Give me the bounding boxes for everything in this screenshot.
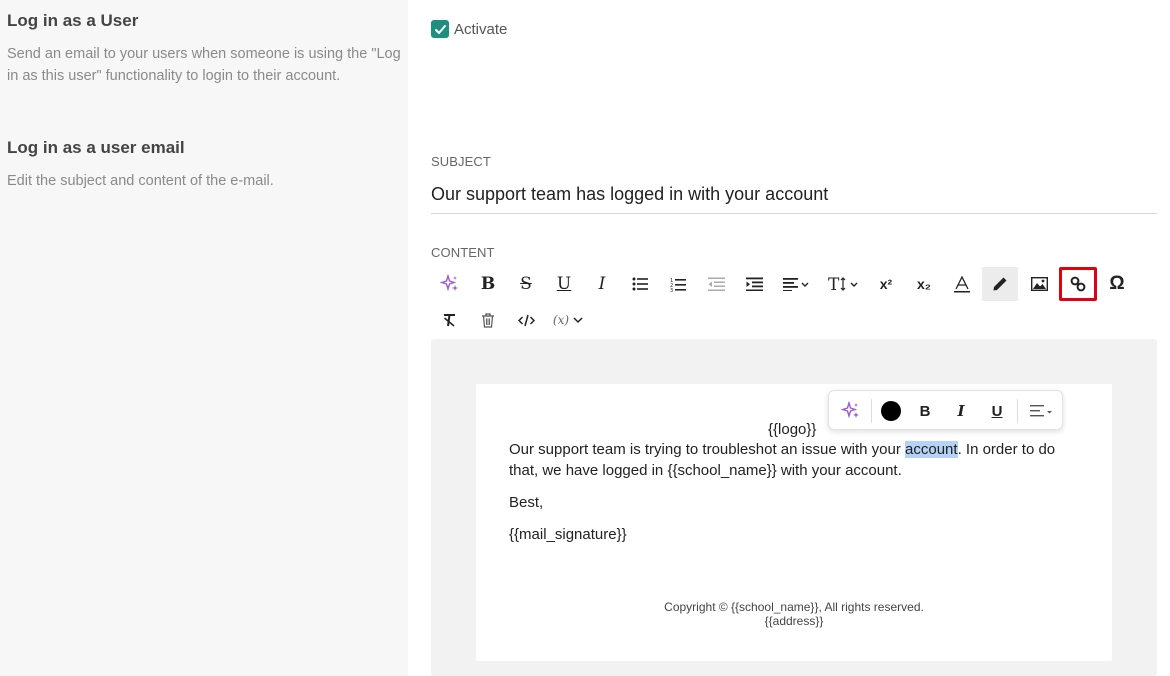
strikethrough-button[interactable]: S	[508, 267, 544, 301]
subscript-icon: x₂	[916, 276, 931, 292]
indent-icon	[745, 277, 763, 291]
image-icon	[1030, 277, 1048, 291]
omega-icon: Ω	[1109, 273, 1125, 294]
subscript-button[interactable]: x₂	[906, 267, 942, 301]
superscript-button[interactable]: x²	[868, 267, 904, 301]
section-title-login-as-user: Log in as a User	[7, 11, 139, 30]
svg-text:T: T	[828, 276, 840, 292]
outdent-button[interactable]	[698, 267, 734, 301]
bold-icon: B	[480, 274, 496, 294]
email-closing[interactable]: Best,	[509, 492, 543, 513]
numbered-list-button[interactable]: 1 2 3	[660, 267, 696, 301]
code-icon	[517, 314, 535, 326]
special-characters-button[interactable]: Ω	[1099, 267, 1135, 301]
highlight-pen-button[interactable]	[982, 267, 1018, 301]
italic-icon: I	[957, 402, 965, 420]
underline-icon: U	[556, 274, 572, 294]
bulleted-list-button[interactable]	[622, 267, 658, 301]
variable-icon: (x)	[552, 313, 570, 327]
signature-placeholder[interactable]: {{mail_signature}}	[509, 524, 627, 545]
subject-label: SUBJECT	[431, 154, 491, 169]
insert-image-button[interactable]	[1021, 267, 1057, 301]
italic-icon: I	[598, 274, 606, 294]
font-color-icon	[954, 275, 970, 292]
inline-format-toolbar: B I U	[828, 390, 1063, 430]
bold-icon: B	[919, 402, 931, 420]
chevron-down-icon	[573, 317, 583, 324]
trash-icon	[482, 312, 494, 328]
activate-checkbox[interactable]	[431, 20, 449, 38]
clear-formatting-button[interactable]	[432, 303, 468, 337]
pen-icon	[993, 277, 1007, 291]
inline-text-color-button[interactable]	[876, 396, 906, 426]
bulleted-list-icon	[632, 277, 648, 291]
underline-icon: U	[991, 402, 1003, 420]
inline-ai-assist-button[interactable]	[836, 396, 866, 426]
section-title-login-email: Log in as a user email	[7, 138, 185, 157]
color-swatch-icon	[881, 401, 901, 421]
underline-button[interactable]: U	[546, 267, 582, 301]
insert-variable-dropdown-button[interactable]: (x)	[548, 303, 588, 337]
section-description-login-as-user: Send an email to your users when someone…	[7, 46, 401, 84]
section-description-login-email: Edit the subject and content of the e-ma…	[7, 173, 274, 189]
address-placeholder[interactable]: {{address}}	[476, 614, 1112, 628]
svg-text:3: 3	[670, 288, 673, 292]
align-left-icon	[1030, 405, 1052, 417]
strikethrough-icon: S	[520, 274, 532, 294]
outdent-icon	[707, 277, 725, 291]
inline-italic-button[interactable]: I	[946, 396, 976, 426]
font-size-dropdown-button[interactable]: T	[822, 267, 866, 301]
inline-bold-button[interactable]: B	[910, 396, 940, 426]
align-dropdown-button[interactable]	[774, 267, 818, 301]
indent-button[interactable]	[736, 267, 772, 301]
align-left-icon	[783, 278, 809, 291]
selected-text[interactable]: account	[905, 441, 958, 458]
copyright-text[interactable]: Copyright © {{school_name}}, All rights …	[476, 600, 1112, 614]
insert-link-button[interactable]	[1059, 267, 1097, 301]
bold-button[interactable]: B	[470, 267, 506, 301]
clear-format-icon	[444, 313, 455, 327]
toolbar-divider	[871, 399, 872, 423]
text-size-icon: T	[828, 276, 858, 292]
settings-description-panel: Log in as a User Send an email to your u…	[0, 0, 408, 676]
inline-underline-button[interactable]: U	[982, 396, 1012, 426]
numbered-list-icon: 1 2 3	[670, 278, 686, 292]
toolbar-divider	[1017, 399, 1018, 423]
sparkle-icon	[841, 401, 859, 419]
delete-button[interactable]	[470, 303, 506, 337]
activate-checkbox-row[interactable]: Activate	[431, 20, 507, 38]
superscript-icon: x²	[879, 276, 893, 292]
email-body-paragraph[interactable]: Our support team is trying to troublesho…	[509, 439, 1084, 481]
italic-button[interactable]: I	[584, 267, 620, 301]
sparkle-icon	[440, 274, 458, 292]
content-label: CONTENT	[431, 245, 495, 260]
subject-input[interactable]: Our support team has logged in with your…	[431, 184, 1157, 214]
body-text-start: Our support team is trying to troublesho…	[509, 441, 906, 458]
logo-placeholder[interactable]: {{logo}}	[768, 419, 816, 440]
source-code-button[interactable]	[508, 303, 544, 337]
text-color-button[interactable]	[944, 267, 980, 301]
inline-align-dropdown-button[interactable]	[1026, 396, 1058, 426]
ai-assist-button[interactable]	[432, 267, 468, 301]
link-icon	[1070, 276, 1086, 292]
activate-label: Activate	[454, 20, 508, 38]
check-icon	[434, 24, 446, 34]
